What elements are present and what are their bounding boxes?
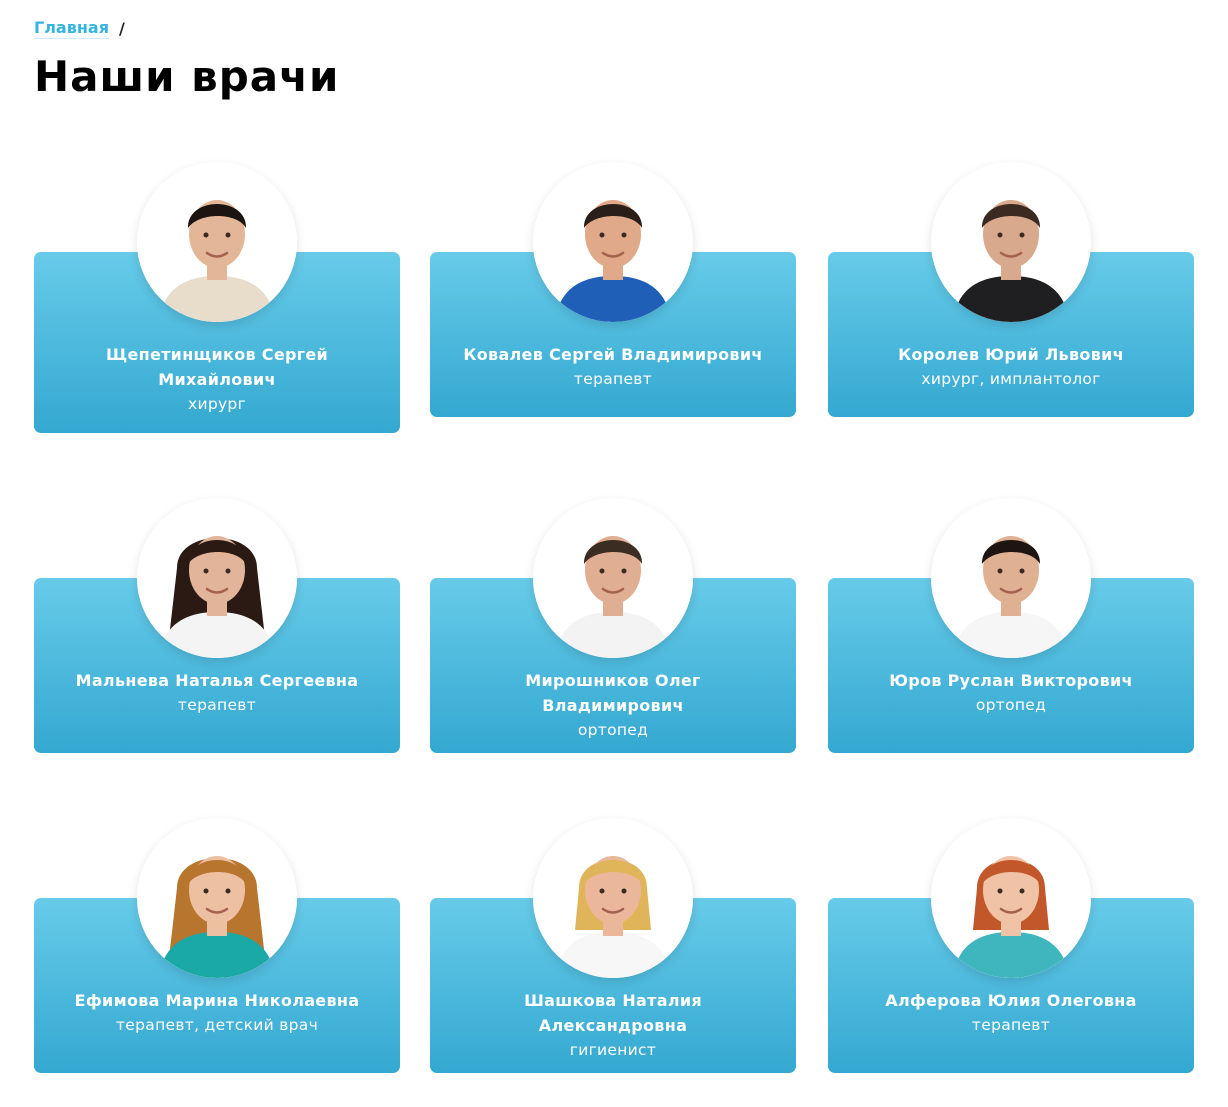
doctor-name: Ковалев Сергей Владимирович — [463, 345, 763, 364]
doctor-info: Юров Руслан Викторович ортопед — [828, 668, 1194, 718]
breadcrumb-home-link[interactable]: Главная — [34, 18, 109, 39]
doctor-photo[interactable] — [931, 818, 1091, 978]
breadcrumb-separator: / — [118, 19, 125, 38]
doctor-specialty: хирург, имплантолог — [921, 370, 1101, 388]
doctor-photo[interactable] — [137, 818, 297, 978]
doctor-info: Алферова Юлия Олеговна терапевт — [828, 988, 1194, 1038]
doctor-specialty: хирург — [187, 395, 247, 413]
doctor-name: Мальнева Наталья Сергеевна — [75, 671, 359, 690]
doctor-specialty: ортопед — [577, 721, 649, 739]
doctor-name: Королев Юрий Львович — [898, 345, 1124, 364]
doctor-photo[interactable] — [533, 498, 693, 658]
doctor-photo[interactable] — [137, 498, 297, 658]
doctor-name: Юров Руслан Викторович — [889, 671, 1133, 690]
doctor-info: Мальнева Наталья Сергеевна терапевт — [34, 668, 400, 718]
doctor-specialty: терапевт — [971, 1016, 1051, 1034]
doctor-specialty: ортопед — [975, 696, 1047, 714]
breadcrumb: Главная / — [34, 18, 125, 39]
doctor-info: Ефимова Марина Николаевна терапевт, детс… — [34, 988, 400, 1038]
doctor-name: Шашкова Наталия Александровна — [524, 991, 702, 1035]
doctor-info: Королев Юрий Львович хирург, имплантолог — [828, 342, 1194, 392]
doctor-name: Мирошников Олег Владимирович — [525, 671, 701, 715]
doctor-info: Щепетинщиков Сергей Михайлович хирург — [34, 342, 400, 417]
doctor-photo[interactable] — [137, 162, 297, 322]
doctor-name: Щепетинщиков Сергей Михайлович — [105, 345, 329, 389]
doctor-name: Ефимова Марина Николаевна — [74, 991, 360, 1010]
doctor-photo[interactable] — [931, 162, 1091, 322]
doctor-name: Алферова Юлия Олеговна — [885, 991, 1137, 1010]
doctor-photo[interactable] — [533, 818, 693, 978]
doctor-photo[interactable] — [931, 498, 1091, 658]
page-title: Наши врачи — [34, 52, 340, 101]
doctor-specialty: терапевт, детский врач — [115, 1016, 319, 1034]
doctor-info: Ковалев Сергей Владимирович терапевт — [430, 342, 796, 392]
doctor-specialty: гигиенист — [569, 1041, 657, 1059]
doctor-photo[interactable] — [533, 162, 693, 322]
doctor-specialty: терапевт — [573, 370, 653, 388]
doctor-info: Мирошников Олег Владимирович ортопед — [430, 668, 796, 743]
doctor-info: Шашкова Наталия Александровна гигиенист — [430, 988, 796, 1063]
doctor-specialty: терапевт — [177, 696, 257, 714]
